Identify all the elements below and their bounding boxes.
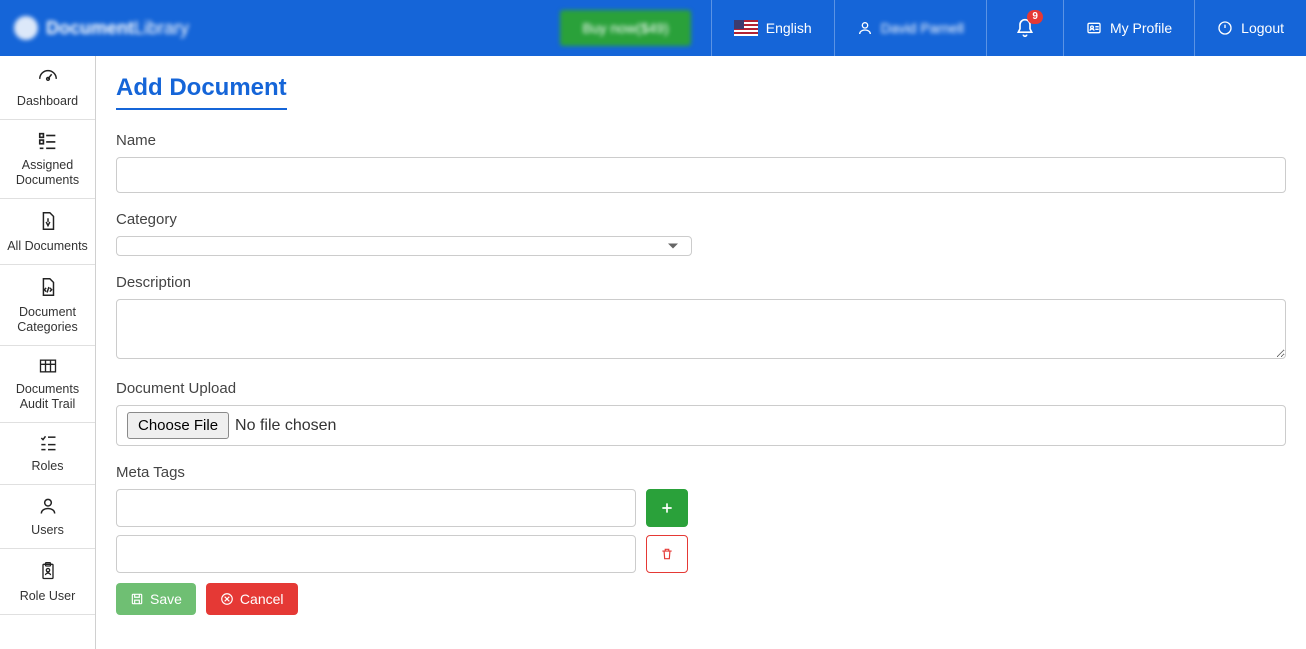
topbar-spacer — [203, 0, 560, 56]
name-label: Name — [116, 132, 1286, 149]
cancel-button[interactable]: Cancel — [206, 583, 298, 615]
language-switcher[interactable]: English — [711, 0, 834, 56]
category-label: Category — [116, 211, 1286, 228]
list-icon — [36, 130, 60, 152]
notification-badge: 9 — [1027, 10, 1043, 24]
flag-us-icon — [734, 20, 758, 36]
sidebar-item-label: All Documents — [7, 239, 88, 254]
save-button[interactable]: Save — [116, 583, 196, 615]
language-label: English — [766, 20, 812, 36]
sidebar-item-label: Assigned Documents — [4, 158, 91, 188]
choose-file-button[interactable]: Choose File — [127, 412, 229, 439]
sidebar-item-role-user[interactable]: Role User — [0, 549, 95, 615]
file-input-wrap[interactable]: Choose File No file chosen — [116, 405, 1286, 446]
cancel-label: Cancel — [240, 591, 284, 607]
logout-label: Logout — [1241, 20, 1284, 36]
sidebar-item-label: Role User — [20, 589, 76, 604]
meta-tags-label: Meta Tags — [116, 464, 1286, 481]
table-icon — [35, 356, 61, 376]
logout-link[interactable]: Logout — [1194, 0, 1306, 56]
user-name: David Parnell — [881, 20, 964, 36]
sidebar-item-roles[interactable]: Roles — [0, 423, 95, 485]
brand-text-2: Library — [134, 18, 189, 38]
sidebar-item-users[interactable]: Users — [0, 485, 95, 549]
sidebar-item-label: Dashboard — [17, 94, 78, 109]
notifications-button[interactable]: 9 — [986, 0, 1063, 56]
sidebar-item-dashboard[interactable]: Dashboard — [0, 56, 95, 120]
user-icon — [857, 20, 873, 36]
brand-text-1: Document — [46, 18, 134, 38]
sidebar-item-document-categories[interactable]: Document Categories — [0, 265, 95, 346]
checklist-icon — [36, 433, 60, 453]
delete-meta-tag-button[interactable] — [646, 535, 688, 573]
clipboard-user-icon — [38, 559, 58, 583]
brand: DocumentLibrary — [0, 0, 203, 56]
sidebar-item-all-documents[interactable]: All Documents — [0, 199, 95, 265]
category-select[interactable] — [116, 236, 692, 256]
file-status-text: No file chosen — [235, 417, 336, 435]
sidebar-item-label: Documents Audit Trail — [4, 382, 91, 412]
my-profile-link[interactable]: My Profile — [1063, 0, 1194, 56]
description-label: Description — [116, 274, 1286, 291]
sidebar-item-label: Document Categories — [4, 305, 91, 335]
page-title: Add Document — [116, 74, 287, 110]
id-card-icon — [1086, 20, 1102, 36]
sidebar-item-audit-trail[interactable]: Documents Audit Trail — [0, 346, 95, 423]
sidebar-item-assigned-documents[interactable]: Assigned Documents — [0, 120, 95, 199]
add-meta-tag-button[interactable] — [646, 489, 688, 527]
topbar: DocumentLibrary Buy now($49) English Dav… — [0, 0, 1306, 56]
user-icon — [38, 495, 58, 517]
meta-tag-input[interactable] — [116, 535, 636, 573]
user-menu[interactable]: David Parnell — [834, 0, 986, 56]
sidebar: Dashboard Assigned Documents All Documen… — [0, 56, 96, 649]
main-content: Add Document Name Category Description D… — [96, 56, 1306, 649]
cancel-icon — [220, 592, 234, 606]
brand-icon — [14, 16, 38, 40]
plus-icon — [659, 500, 675, 516]
meta-tag-input[interactable] — [116, 489, 636, 527]
buy-now-button[interactable]: Buy now($49) — [560, 10, 690, 46]
gauge-icon — [35, 66, 61, 88]
sidebar-item-label: Users — [31, 523, 64, 538]
save-label: Save — [150, 591, 182, 607]
code-file-icon — [37, 275, 59, 299]
profile-label: My Profile — [1110, 20, 1172, 36]
trash-icon — [660, 547, 674, 561]
description-input[interactable] — [116, 299, 1286, 359]
upload-label: Document Upload — [116, 380, 1286, 397]
logout-icon — [1217, 20, 1233, 36]
document-icon — [37, 209, 59, 233]
save-icon — [130, 592, 144, 606]
sidebar-item-label: Roles — [32, 459, 64, 474]
name-input[interactable] — [116, 157, 1286, 193]
